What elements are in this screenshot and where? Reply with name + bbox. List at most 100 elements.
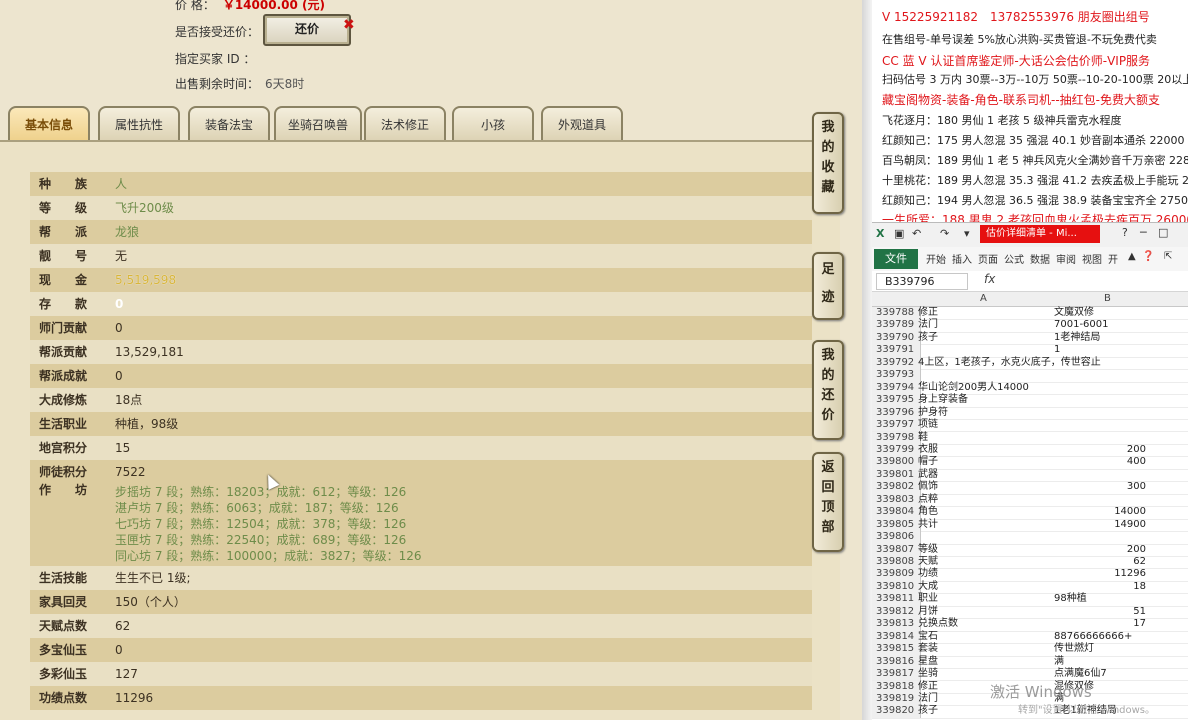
row-number[interactable]: 339806 bbox=[872, 531, 921, 544]
cell-b[interactable]: 200 bbox=[1052, 444, 1146, 456]
column-b-header[interactable]: B bbox=[1104, 292, 1111, 306]
tab-attributes[interactable]: 属性抗性 bbox=[98, 106, 180, 140]
cell-b[interactable]: 300 bbox=[1052, 481, 1146, 493]
table-row[interactable]: 339813 兑换点数 17 bbox=[872, 618, 1188, 632]
minimize-icon[interactable]: ─ bbox=[1140, 226, 1147, 239]
table-row[interactable]: 339792 4上区，1老孩子，水克火底子，传世容止 bbox=[872, 356, 1188, 371]
cell-b[interactable]: 18 bbox=[1052, 581, 1146, 593]
row-number[interactable]: 339804 bbox=[872, 506, 921, 519]
tab-developer[interactable]: 开 bbox=[1108, 251, 1118, 266]
row-number[interactable]: 339810 bbox=[872, 580, 921, 594]
cell-b[interactable]: 1 bbox=[1054, 344, 1060, 356]
cell-a[interactable]: 4上区，1老孩子，水克火底子，传世容止 bbox=[918, 357, 1101, 369]
cell-b[interactable]: 1老神结局 bbox=[1054, 332, 1100, 344]
row-number[interactable]: 339803 bbox=[872, 493, 921, 507]
cell-a[interactable]: 法门 bbox=[918, 319, 938, 331]
row-number[interactable]: 339796 bbox=[872, 406, 921, 420]
counter-offer-button[interactable]: 还价 bbox=[263, 14, 351, 46]
cell-a[interactable]: 修正 bbox=[918, 307, 938, 319]
cell-a[interactable]: 法门 bbox=[918, 693, 938, 705]
cell-b[interactable]: 11296 bbox=[1052, 568, 1146, 580]
close-icon[interactable]: ✖ bbox=[343, 17, 355, 33]
cell-a[interactable]: 等级 bbox=[918, 544, 938, 556]
cell-a[interactable]: 共计 bbox=[918, 519, 938, 531]
name-box[interactable]: B339796 bbox=[876, 273, 968, 290]
cell-a[interactable]: 功绩 bbox=[918, 568, 938, 580]
help-icon[interactable]: ? bbox=[1122, 226, 1128, 239]
cell-a[interactable]: 星盘 bbox=[918, 656, 938, 668]
function-icon[interactable]: fx bbox=[984, 272, 995, 286]
cell-a[interactable]: 点粹 bbox=[918, 494, 938, 506]
cell-b[interactable]: 200 bbox=[1052, 544, 1146, 556]
row-number[interactable]: 339813 bbox=[872, 618, 921, 631]
cell-b[interactable]: 98种植 bbox=[1054, 593, 1087, 605]
my-favorites-button[interactable]: 我 的 收 藏 bbox=[812, 112, 844, 214]
row-number[interactable]: 339818 bbox=[872, 680, 921, 693]
tab-mounts-summons[interactable]: 坐骑召唤兽 bbox=[274, 106, 362, 140]
table-row[interactable]: 339798 鞋 bbox=[872, 431, 1188, 445]
share-icon[interactable]: ⇱ bbox=[1164, 251, 1172, 262]
row-number[interactable]: 339802 bbox=[872, 481, 921, 494]
row-number[interactable]: 339819 bbox=[872, 692, 921, 706]
table-row[interactable]: 339806 bbox=[872, 531, 1188, 545]
table-row[interactable]: 339795 身上穿装备 bbox=[872, 394, 1188, 408]
cell-b[interactable]: 文魔双修 bbox=[1054, 307, 1094, 319]
row-number[interactable]: 339794 bbox=[872, 381, 921, 395]
cell-a[interactable]: 武器 bbox=[918, 469, 938, 481]
cell-b[interactable]: 51 bbox=[1052, 606, 1146, 618]
cell-b[interactable]: 62 bbox=[1052, 556, 1146, 568]
row-number[interactable]: 339791 bbox=[872, 344, 921, 357]
row-number[interactable]: 339789 bbox=[872, 319, 921, 332]
footprint-button[interactable]: 足 迹 bbox=[812, 252, 844, 320]
row-number[interactable]: 339790 bbox=[872, 331, 921, 345]
cell-a[interactable]: 身上穿装备 bbox=[918, 394, 968, 406]
table-row[interactable]: 339809 功绩 11296 bbox=[872, 568, 1188, 582]
cell-a[interactable]: 护身符 bbox=[918, 407, 948, 419]
row-number[interactable]: 339816 bbox=[872, 655, 921, 669]
back-to-top-button[interactable]: 返 回 顶 部 bbox=[812, 452, 844, 552]
cell-b[interactable]: 400 bbox=[1052, 456, 1146, 468]
cell-b[interactable]: 传世燃灯 bbox=[1054, 643, 1094, 655]
tab-view[interactable]: 视图 bbox=[1082, 251, 1102, 266]
tab-home[interactable]: 开始 bbox=[926, 251, 946, 266]
row-number[interactable]: 339800 bbox=[872, 456, 921, 469]
cell-b[interactable]: 满 bbox=[1054, 656, 1064, 668]
cell-a[interactable]: 华山论剑200男人14000 bbox=[918, 382, 1029, 394]
table-row[interactable]: 339791 1 bbox=[872, 344, 1188, 358]
tab-insert[interactable]: 插入 bbox=[952, 251, 972, 266]
cell-b[interactable]: 点满魔6仙7 bbox=[1054, 668, 1107, 680]
row-number[interactable]: 339815 bbox=[872, 643, 921, 656]
tab-formulas[interactable]: 公式 bbox=[1004, 251, 1024, 266]
window-divider[interactable] bbox=[862, 0, 872, 720]
ribbon-collapse-icon[interactable]: ▲ bbox=[1128, 251, 1136, 262]
table-row[interactable]: 339797 项链 bbox=[872, 419, 1188, 433]
cell-b[interactable]: 88766666666+ bbox=[1054, 631, 1132, 643]
help-circle-icon[interactable]: ❓ bbox=[1142, 251, 1154, 262]
redo-icon[interactable]: ↷ bbox=[940, 228, 952, 240]
tab-file[interactable]: 文件 bbox=[874, 249, 918, 269]
cell-a[interactable]: 孩子 bbox=[918, 332, 938, 344]
row-number[interactable]: 339801 bbox=[872, 468, 921, 482]
tab-review[interactable]: 审阅 bbox=[1056, 251, 1076, 266]
cell-a[interactable]: 帽子 bbox=[918, 456, 938, 468]
cell-b[interactable]: 17 bbox=[1052, 618, 1146, 630]
row-number[interactable]: 339814 bbox=[872, 630, 921, 644]
customize-toolbar-icon[interactable]: ▾ bbox=[964, 228, 976, 240]
cell-a[interactable]: 佩饰 bbox=[918, 481, 938, 493]
row-number[interactable]: 339798 bbox=[872, 431, 921, 444]
row-number[interactable]: 339788 bbox=[872, 307, 921, 320]
cell-a[interactable]: 衣服 bbox=[918, 444, 938, 456]
save-icon[interactable]: ▣ bbox=[894, 228, 906, 240]
row-number[interactable]: 339805 bbox=[872, 518, 921, 532]
table-row[interactable]: 339807 等级 200 bbox=[872, 543, 1188, 557]
cell-b[interactable]: 14900 bbox=[1052, 519, 1146, 531]
tab-equipment[interactable]: 装备法宝 bbox=[188, 106, 270, 140]
cell-a[interactable]: 天赋 bbox=[918, 556, 938, 568]
row-number[interactable]: 339807 bbox=[872, 543, 921, 556]
tab-children[interactable]: 小孩 bbox=[452, 106, 534, 140]
row-number[interactable]: 339792 bbox=[872, 356, 921, 370]
tab-basic-info[interactable]: 基本信息 bbox=[8, 106, 90, 142]
cell-a[interactable]: 月饼 bbox=[918, 606, 938, 618]
restore-icon[interactable]: □ bbox=[1158, 226, 1168, 239]
my-counter-offers-button[interactable]: 我 的 还 价 bbox=[812, 340, 844, 440]
